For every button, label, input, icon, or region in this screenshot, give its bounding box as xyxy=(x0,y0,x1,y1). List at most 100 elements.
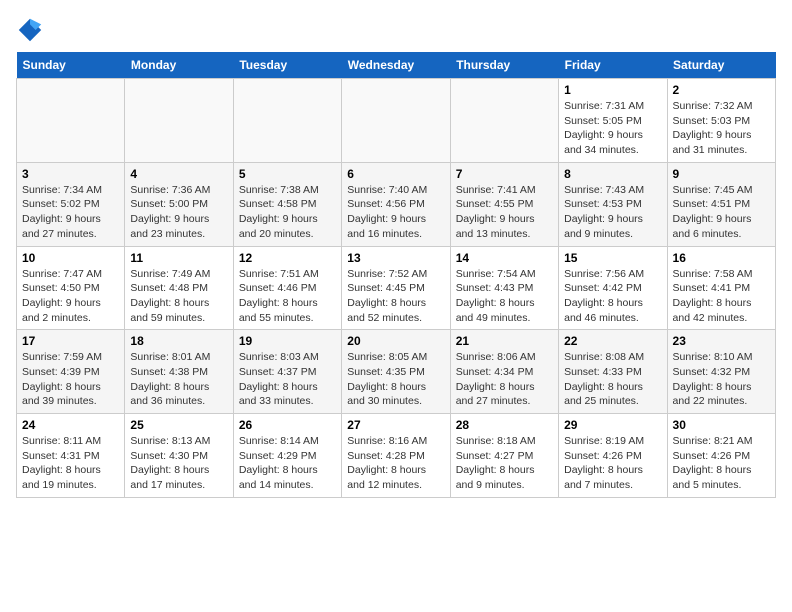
calendar-body: 1 Sunrise: 7:31 AMSunset: 5:05 PMDaylight… xyxy=(17,79,776,498)
day-number: 6 xyxy=(347,167,444,181)
day-number: 13 xyxy=(347,251,444,265)
weekday-wednesday: Wednesday xyxy=(342,52,450,79)
calendar-cell: 5 Sunrise: 7:38 AMSunset: 4:58 PMDaylight… xyxy=(233,162,341,246)
day-number: 21 xyxy=(456,334,553,348)
day-info: Sunrise: 8:18 AMSunset: 4:27 PMDaylight:… xyxy=(456,434,553,493)
calendar-cell: 15 Sunrise: 7:56 AMSunset: 4:42 PMDayligh… xyxy=(559,246,667,330)
calendar-cell: 1 Sunrise: 7:31 AMSunset: 5:05 PMDaylight… xyxy=(559,79,667,163)
logo-icon xyxy=(16,16,44,44)
calendar-cell xyxy=(342,79,450,163)
day-number: 15 xyxy=(564,251,661,265)
day-info: Sunrise: 7:32 AMSunset: 5:03 PMDaylight:… xyxy=(673,99,770,158)
calendar-cell: 13 Sunrise: 7:52 AMSunset: 4:45 PMDayligh… xyxy=(342,246,450,330)
calendar-cell xyxy=(233,79,341,163)
day-info: Sunrise: 7:54 AMSunset: 4:43 PMDaylight:… xyxy=(456,267,553,326)
page-header xyxy=(16,16,776,44)
day-info: Sunrise: 8:14 AMSunset: 4:29 PMDaylight:… xyxy=(239,434,336,493)
day-info: Sunrise: 7:43 AMSunset: 4:53 PMDaylight:… xyxy=(564,183,661,242)
weekday-friday: Friday xyxy=(559,52,667,79)
calendar-cell xyxy=(17,79,125,163)
day-info: Sunrise: 7:36 AMSunset: 5:00 PMDaylight:… xyxy=(130,183,227,242)
day-number: 16 xyxy=(673,251,770,265)
calendar-cell: 3 Sunrise: 7:34 AMSunset: 5:02 PMDaylight… xyxy=(17,162,125,246)
day-info: Sunrise: 8:03 AMSunset: 4:37 PMDaylight:… xyxy=(239,350,336,409)
day-info: Sunrise: 7:51 AMSunset: 4:46 PMDaylight:… xyxy=(239,267,336,326)
day-info: Sunrise: 7:40 AMSunset: 4:56 PMDaylight:… xyxy=(347,183,444,242)
calendar-cell: 6 Sunrise: 7:40 AMSunset: 4:56 PMDaylight… xyxy=(342,162,450,246)
day-number: 27 xyxy=(347,418,444,432)
day-number: 25 xyxy=(130,418,227,432)
calendar-cell: 9 Sunrise: 7:45 AMSunset: 4:51 PMDaylight… xyxy=(667,162,775,246)
calendar-cell xyxy=(450,79,558,163)
day-info: Sunrise: 8:19 AMSunset: 4:26 PMDaylight:… xyxy=(564,434,661,493)
day-info: Sunrise: 8:13 AMSunset: 4:30 PMDaylight:… xyxy=(130,434,227,493)
day-number: 29 xyxy=(564,418,661,432)
day-number: 9 xyxy=(673,167,770,181)
day-number: 30 xyxy=(673,418,770,432)
calendar-week-5: 24 Sunrise: 8:11 AMSunset: 4:31 PMDayligh… xyxy=(17,414,776,498)
calendar-cell: 18 Sunrise: 8:01 AMSunset: 4:38 PMDayligh… xyxy=(125,330,233,414)
calendar-cell: 24 Sunrise: 8:11 AMSunset: 4:31 PMDayligh… xyxy=(17,414,125,498)
calendar-cell: 22 Sunrise: 8:08 AMSunset: 4:33 PMDayligh… xyxy=(559,330,667,414)
calendar-cell: 12 Sunrise: 7:51 AMSunset: 4:46 PMDayligh… xyxy=(233,246,341,330)
day-info: Sunrise: 7:59 AMSunset: 4:39 PMDaylight:… xyxy=(22,350,119,409)
calendar-cell: 26 Sunrise: 8:14 AMSunset: 4:29 PMDayligh… xyxy=(233,414,341,498)
calendar-cell: 23Sunrise: 8:10 AMSunset: 4:32 PMDayligh… xyxy=(667,330,775,414)
day-info: Sunrise: 7:47 AMSunset: 4:50 PMDaylight:… xyxy=(22,267,119,326)
day-number: 20 xyxy=(347,334,444,348)
day-number: 5 xyxy=(239,167,336,181)
calendar-cell: 21 Sunrise: 8:06 AMSunset: 4:34 PMDayligh… xyxy=(450,330,558,414)
calendar-cell: 8 Sunrise: 7:43 AMSunset: 4:53 PMDaylight… xyxy=(559,162,667,246)
calendar-cell: 11 Sunrise: 7:49 AMSunset: 4:48 PMDayligh… xyxy=(125,246,233,330)
day-info: Sunrise: 7:41 AMSunset: 4:55 PMDaylight:… xyxy=(456,183,553,242)
day-number: 3 xyxy=(22,167,119,181)
weekday-sunday: Sunday xyxy=(17,52,125,79)
calendar-week-2: 3 Sunrise: 7:34 AMSunset: 5:02 PMDaylight… xyxy=(17,162,776,246)
calendar-cell: 28 Sunrise: 8:18 AMSunset: 4:27 PMDayligh… xyxy=(450,414,558,498)
calendar-cell: 4 Sunrise: 7:36 AMSunset: 5:00 PMDaylight… xyxy=(125,162,233,246)
day-number: 24 xyxy=(22,418,119,432)
calendar-cell: 17 Sunrise: 7:59 AMSunset: 4:39 PMDayligh… xyxy=(17,330,125,414)
calendar-cell: 14 Sunrise: 7:54 AMSunset: 4:43 PMDayligh… xyxy=(450,246,558,330)
day-info: Sunrise: 7:31 AMSunset: 5:05 PMDaylight:… xyxy=(564,99,661,158)
day-number: 17 xyxy=(22,334,119,348)
day-info: Sunrise: 8:06 AMSunset: 4:34 PMDaylight:… xyxy=(456,350,553,409)
day-info: Sunrise: 8:05 AMSunset: 4:35 PMDaylight:… xyxy=(347,350,444,409)
calendar-cell: 27Sunrise: 8:16 AMSunset: 4:28 PMDayligh… xyxy=(342,414,450,498)
day-number: 14 xyxy=(456,251,553,265)
weekday-thursday: Thursday xyxy=(450,52,558,79)
day-info: Sunrise: 8:10 AMSunset: 4:32 PMDaylight:… xyxy=(673,350,770,409)
day-number: 22 xyxy=(564,334,661,348)
day-info: Sunrise: 7:34 AMSunset: 5:02 PMDaylight:… xyxy=(22,183,119,242)
calendar-cell: 10 Sunrise: 7:47 AMSunset: 4:50 PMDayligh… xyxy=(17,246,125,330)
day-number: 11 xyxy=(130,251,227,265)
day-info: Sunrise: 7:49 AMSunset: 4:48 PMDaylight:… xyxy=(130,267,227,326)
calendar-cell xyxy=(125,79,233,163)
calendar-cell: 7 Sunrise: 7:41 AMSunset: 4:55 PMDaylight… xyxy=(450,162,558,246)
day-number: 7 xyxy=(456,167,553,181)
day-number: 4 xyxy=(130,167,227,181)
day-info: Sunrise: 8:01 AMSunset: 4:38 PMDaylight:… xyxy=(130,350,227,409)
day-number: 19 xyxy=(239,334,336,348)
day-info: Sunrise: 8:21 AMSunset: 4:26 PMDaylight:… xyxy=(673,434,770,493)
day-info: Sunrise: 8:11 AMSunset: 4:31 PMDaylight:… xyxy=(22,434,119,493)
day-number: 18 xyxy=(130,334,227,348)
calendar-cell: 19 Sunrise: 8:03 AMSunset: 4:37 PMDayligh… xyxy=(233,330,341,414)
day-info: Sunrise: 8:08 AMSunset: 4:33 PMDaylight:… xyxy=(564,350,661,409)
calendar-cell: 30 Sunrise: 8:21 AMSunset: 4:26 PMDayligh… xyxy=(667,414,775,498)
day-info: Sunrise: 7:56 AMSunset: 4:42 PMDaylight:… xyxy=(564,267,661,326)
day-number: 10 xyxy=(22,251,119,265)
day-number: 28 xyxy=(456,418,553,432)
day-number: 8 xyxy=(564,167,661,181)
day-info: Sunrise: 7:52 AMSunset: 4:45 PMDaylight:… xyxy=(347,267,444,326)
calendar-cell: 29 Sunrise: 8:19 AMSunset: 4:26 PMDayligh… xyxy=(559,414,667,498)
day-info: Sunrise: 7:38 AMSunset: 4:58 PMDaylight:… xyxy=(239,183,336,242)
day-number: 12 xyxy=(239,251,336,265)
day-number: 26 xyxy=(239,418,336,432)
calendar-cell: 20 Sunrise: 8:05 AMSunset: 4:35 PMDayligh… xyxy=(342,330,450,414)
day-number: 1 xyxy=(564,83,661,97)
calendar-week-3: 10 Sunrise: 7:47 AMSunset: 4:50 PMDayligh… xyxy=(17,246,776,330)
day-info: Sunrise: 7:45 AMSunset: 4:51 PMDaylight:… xyxy=(673,183,770,242)
calendar-cell: 16Sunrise: 7:58 AMSunset: 4:41 PMDayligh… xyxy=(667,246,775,330)
weekday-header-row: SundayMondayTuesdayWednesdayThursdayFrid… xyxy=(17,52,776,79)
